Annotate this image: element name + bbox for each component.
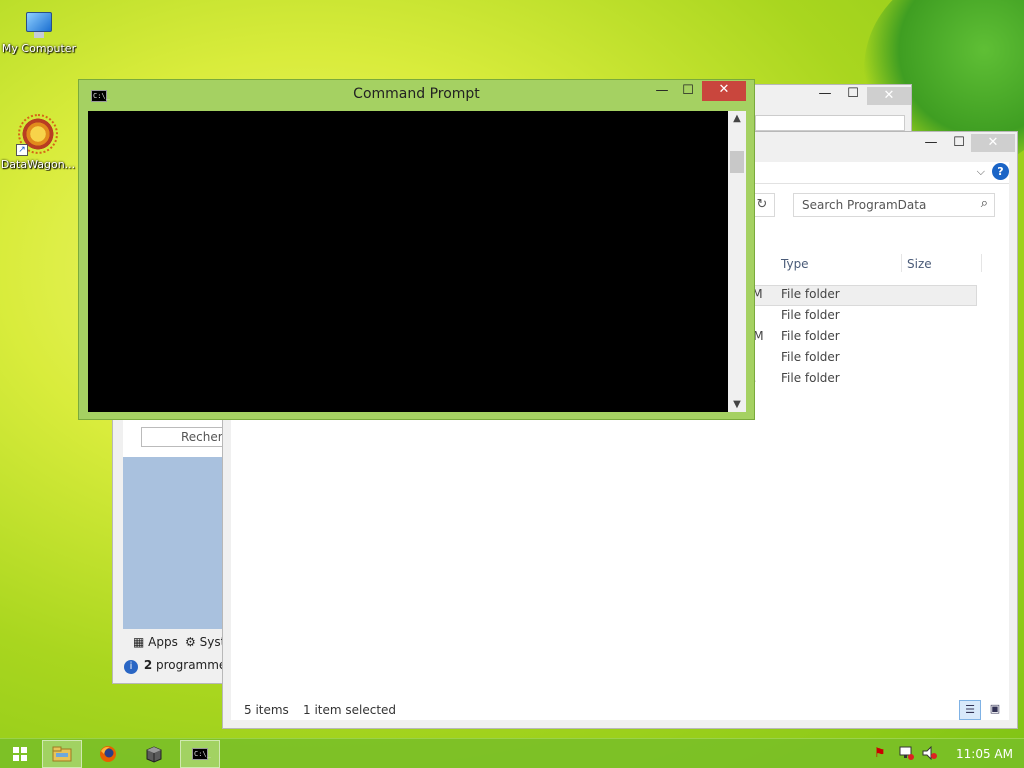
type-cell: File folder: [781, 329, 840, 343]
package-icon: [146, 746, 162, 763]
status-item-count: 5 items: [244, 703, 289, 717]
type-cell: File folder: [781, 350, 840, 364]
refresh-icon: ↻: [756, 197, 768, 212]
table-row[interactable]: M File folder: [745, 350, 977, 370]
datawagon-icon: ↗: [16, 112, 60, 156]
desktop-icon-label: My Computer: [1, 42, 77, 55]
taskbar-file-explorer[interactable]: [42, 740, 82, 768]
scroll-up-arrow-icon[interactable]: ▲: [728, 113, 746, 124]
search-box[interactable]: Search ProgramData ⌕: [793, 193, 995, 217]
desktop-icon-datawagon[interactable]: ↗ DataWagon...: [0, 112, 76, 171]
start-icon: [13, 747, 27, 761]
taskbar-package[interactable]: [134, 740, 174, 768]
taskbar-command-prompt[interactable]: C:\_: [180, 740, 220, 768]
maximize-button[interactable]: ☐: [839, 85, 867, 105]
close-button[interactable]: ✕: [867, 87, 911, 105]
search-input[interactable]: Search ProgramData: [802, 198, 926, 212]
help-icon[interactable]: ?: [992, 163, 1009, 180]
command-prompt-window[interactable]: C:\_ Command Prompt — ☐ ✕ ▲ ▼: [78, 79, 755, 420]
table-row[interactable]: PM File folder: [745, 287, 977, 307]
apps-tab-label: Apps: [148, 635, 178, 649]
status-selected-count: 1 item selected: [303, 703, 397, 717]
system-clock[interactable]: 11:05 AM: [956, 747, 1013, 761]
column-header-type[interactable]: Type: [781, 257, 809, 271]
firefox-icon: [100, 746, 116, 762]
close-button[interactable]: ✕: [702, 81, 746, 101]
type-cell: File folder: [781, 371, 840, 385]
scroll-down-arrow-icon[interactable]: ▼: [728, 399, 746, 410]
cmd-icon: C:\_: [192, 748, 211, 760]
maximize-button[interactable]: ☐: [945, 134, 973, 154]
programs-panel: Recherc: [123, 411, 225, 629]
start-button[interactable]: [0, 740, 40, 768]
gear-icon: ⚙: [185, 635, 196, 649]
column-divider: [981, 254, 982, 272]
column-divider: [901, 254, 902, 272]
scrollbar-thumb[interactable]: [730, 151, 744, 173]
programs-window[interactable]: Recherc ▦ Apps ⚙ Syst i 2 programmes: [112, 410, 225, 684]
minimize-button[interactable]: —: [811, 85, 839, 105]
minimize-button[interactable]: —: [649, 82, 675, 102]
close-button[interactable]: ✕: [971, 134, 1015, 152]
taskbar: C:\_ ⚑ 11:05 AM: [0, 738, 1024, 768]
programs-search-input[interactable]: Recherc: [141, 427, 225, 447]
system-tab[interactable]: ⚙ Syst: [185, 635, 225, 649]
programs-count-label: programmes: [156, 658, 225, 672]
apps-icon: ▦: [133, 635, 145, 649]
large-icons-view-button[interactable]: ▣: [985, 700, 1005, 720]
programs-count: i 2 programmes: [123, 657, 225, 679]
info-icon: i: [124, 660, 138, 674]
programs-count-number: 2: [143, 658, 153, 672]
programs-tabs: ▦ Apps ⚙ Syst: [123, 631, 225, 655]
console-output[interactable]: [88, 111, 728, 412]
file-explorer-icon: [52, 746, 72, 762]
maximize-button[interactable]: ☐: [675, 82, 701, 102]
taskbar-firefox[interactable]: [88, 740, 128, 768]
chevron-down-icon[interactable]: ⌵: [977, 165, 985, 179]
desktop-icon-label: DataWagon...: [0, 158, 76, 171]
type-cell: File folder: [781, 308, 840, 322]
action-center-flag-icon[interactable]: ⚑: [874, 746, 886, 761]
minimize-button[interactable]: —: [917, 134, 945, 154]
type-cell: File folder: [781, 287, 840, 301]
network-icon[interactable]: [898, 746, 914, 760]
background-window[interactable]: — ☐ ✕: [754, 84, 912, 134]
table-row[interactable]: M File folder: [745, 308, 977, 328]
table-row[interactable]: AM File folder: [745, 329, 977, 349]
apps-tab[interactable]: ▦ Apps: [133, 635, 178, 649]
volume-muted-icon[interactable]: [922, 745, 938, 761]
shortcut-arrow-icon: ↗: [16, 144, 28, 156]
table-row[interactable]: ... File folder: [745, 371, 977, 391]
search-icon[interactable]: ⌕: [981, 196, 988, 211]
details-view-button[interactable]: ☰: [959, 700, 981, 720]
background-window-content: [755, 115, 905, 131]
vertical-scrollbar[interactable]: ▲ ▼: [728, 111, 746, 412]
column-header-size[interactable]: Size: [907, 257, 932, 271]
computer-icon: [20, 10, 58, 40]
desktop-icon-my-computer[interactable]: My Computer: [1, 10, 77, 55]
details-view-icon: ☰: [965, 703, 975, 716]
large-icons-view-icon: ▣: [989, 702, 1001, 715]
